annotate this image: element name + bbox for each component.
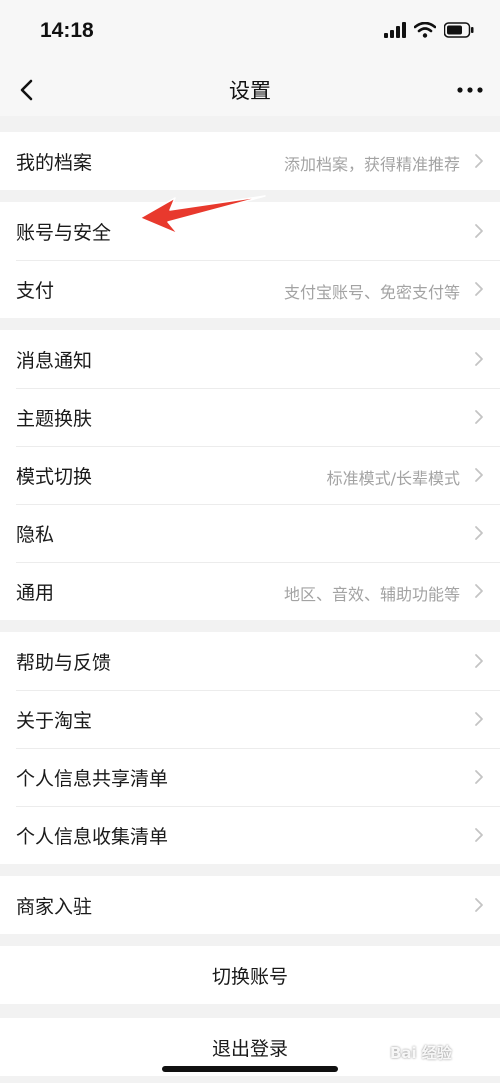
chevron-right-icon — [475, 154, 483, 168]
settings-row-privacy[interactable]: 隐私 — [0, 504, 500, 562]
chevron-right-icon — [475, 828, 483, 842]
chevron-right-icon — [475, 352, 483, 366]
settings-group-about: 帮助与反馈 关于淘宝 个人信息共享清单 个人信息收集清单 — [0, 632, 500, 864]
chevron-right-icon — [475, 410, 483, 424]
settings-group-profile: 我的档案 添加档案，获得精准推荐 — [0, 132, 500, 190]
settings-row-info-sharing-list[interactable]: 个人信息共享清单 — [0, 748, 500, 806]
row-label: 支付 — [16, 280, 55, 302]
settings-group-general: 消息通知 主题换肤 模式切换 标准模式/长辈模式 隐私 通用 地区、音效、辅助功… — [0, 330, 500, 620]
chevron-right-icon — [475, 898, 483, 912]
settings-group-merchant: 商家入驻 — [0, 876, 500, 934]
row-value: 标准模式/长辈模式 — [326, 469, 460, 488]
row-label: 消息通知 — [16, 350, 93, 372]
settings-row-info-collection-list[interactable]: 个人信息收集清单 — [0, 806, 500, 864]
settings-row-mode-switch[interactable]: 模式切换 标准模式/长辈模式 — [0, 446, 500, 504]
row-label: 帮助与反馈 — [16, 652, 112, 674]
signal-icon — [384, 22, 406, 38]
settings-row-general[interactable]: 通用 地区、音效、辅助功能等 — [0, 562, 500, 620]
chevron-right-icon — [475, 712, 483, 726]
status-icons — [384, 22, 474, 38]
settings-row-help-feedback[interactable]: 帮助与反馈 — [0, 632, 500, 690]
page-title: 设置 — [229, 79, 271, 103]
watermark-text: Bai 经验 — [390, 1044, 452, 1062]
row-label: 个人信息收集清单 — [16, 826, 169, 848]
row-value: 地区、音效、辅助功能等 — [283, 585, 460, 604]
row-label: 主题换肤 — [16, 408, 93, 430]
status-time: 14:18 — [40, 19, 94, 42]
red-arrow-annotation — [139, 195, 266, 235]
row-value: 添加档案，获得精准推荐 — [283, 155, 460, 174]
chevron-right-icon — [475, 770, 483, 784]
row-label: 通用 — [16, 582, 55, 604]
settings-row-merchant-join[interactable]: 商家入驻 — [0, 876, 500, 934]
chevron-right-icon — [475, 526, 483, 540]
row-label: 商家入驻 — [16, 896, 93, 918]
settings-row-theme[interactable]: 主题换肤 — [0, 388, 500, 446]
settings-row-about-taobao[interactable]: 关于淘宝 — [0, 690, 500, 748]
chevron-right-icon — [475, 584, 483, 598]
settings-row-notifications[interactable]: 消息通知 — [0, 330, 500, 388]
row-label: 隐私 — [16, 524, 55, 546]
chevron-right-icon — [475, 468, 483, 482]
row-label: 个人信息共享清单 — [16, 768, 169, 790]
status-bar: 14:18 — [0, 0, 500, 64]
home-indicator — [162, 1066, 338, 1072]
row-label: 关于淘宝 — [16, 710, 93, 732]
settings-row-payment[interactable]: 支付 支付宝账号、免密支付等 — [0, 260, 500, 318]
row-label: 账号与安全 — [16, 222, 112, 244]
baidu-jingyan-watermark: Bai 经验 — [390, 1034, 480, 1064]
settings-row-my-profile[interactable]: 我的档案 添加档案，获得精准推荐 — [0, 132, 500, 190]
chevron-right-icon — [475, 282, 483, 296]
row-label: 我的档案 — [16, 152, 93, 174]
switch-account-button[interactable]: 切换账号 — [0, 946, 500, 1004]
wifi-icon — [414, 22, 436, 38]
chevron-right-icon — [475, 224, 483, 238]
battery-icon — [444, 22, 474, 38]
more-icon[interactable] — [452, 78, 488, 102]
switch-account-label: 切换账号 — [211, 966, 288, 988]
row-label: 模式切换 — [16, 466, 93, 488]
nav-bar: 设置 — [0, 64, 500, 116]
row-value: 支付宝账号、免密支付等 — [283, 283, 460, 302]
chevron-right-icon — [475, 654, 483, 668]
